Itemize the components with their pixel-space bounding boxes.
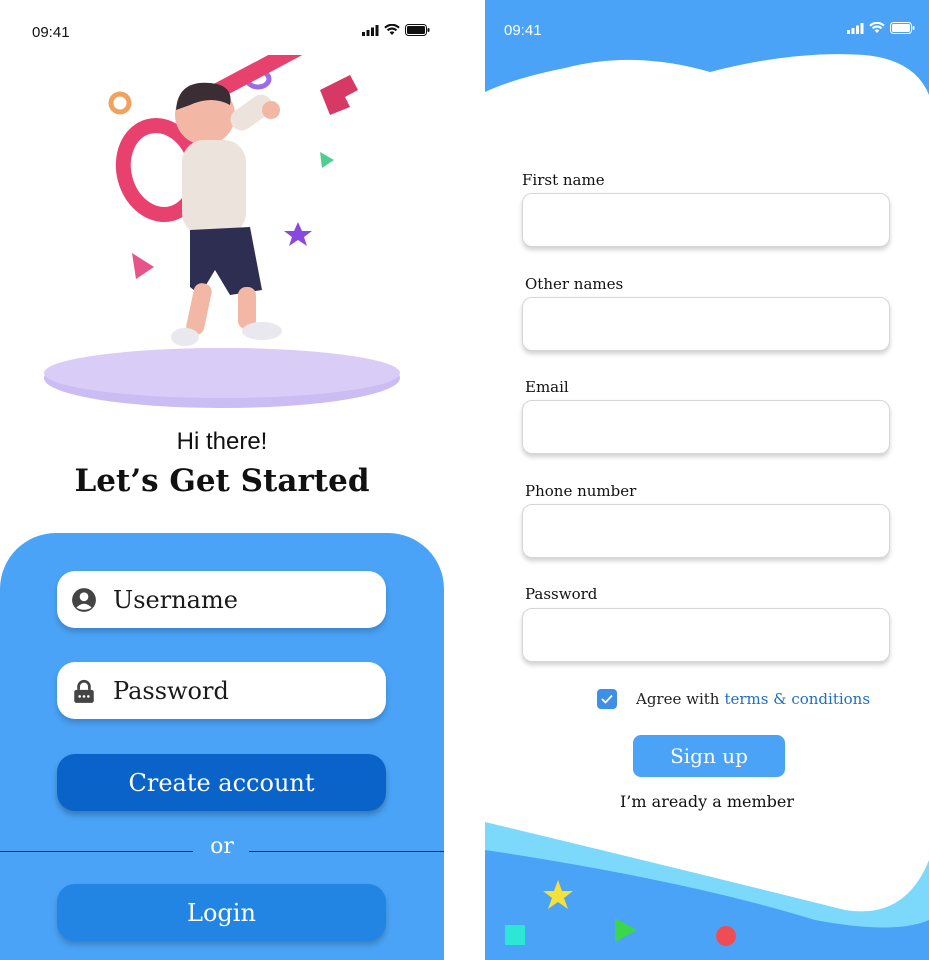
triangle-pink	[132, 253, 154, 279]
password-input[interactable]	[522, 608, 890, 662]
battery-icon	[890, 22, 915, 34]
email-label: Email	[525, 378, 569, 396]
agree-row: Agree with terms & conditions	[597, 689, 870, 709]
password-label: Password	[525, 585, 598, 603]
phone-label: Phone number	[525, 482, 637, 500]
battery-icon	[405, 24, 430, 36]
greeting-text: Hi there!	[176, 428, 268, 455]
username-placeholder: Username	[113, 585, 238, 614]
phone-input[interactable]	[522, 504, 890, 558]
other-names-label: Other names	[525, 275, 624, 293]
signal-icon	[362, 24, 379, 36]
donut-orange	[108, 91, 132, 115]
status-icons	[847, 22, 915, 34]
status-time: 09:41	[32, 24, 70, 41]
status-time: 09:41	[504, 22, 542, 39]
wifi-icon	[384, 24, 400, 35]
character-boy	[171, 82, 282, 346]
top-wave	[485, 0, 929, 95]
bottom-wave	[485, 822, 929, 960]
signup-screen: 09:41 First name Other names Email Phone…	[485, 0, 929, 960]
first-name-input[interactable]	[522, 193, 890, 247]
first-name-label: First name	[522, 171, 605, 189]
terms-link[interactable]: terms & conditions	[724, 690, 870, 708]
lock-icon	[74, 679, 94, 703]
password-placeholder: Password	[113, 676, 229, 705]
login-button[interactable]: Login	[57, 884, 386, 941]
status-icons	[362, 24, 430, 36]
page-title: Let’s Get Started	[74, 463, 370, 499]
hero-illustration	[44, 55, 400, 408]
divider-line-right	[249, 851, 444, 852]
agree-text: Agree with	[636, 690, 720, 708]
agree-checkbox[interactable]	[597, 689, 617, 709]
onboarding-screen: 09:41 Hi there! Let’s Get Started Userna…	[0, 0, 444, 960]
user-icon	[72, 587, 96, 612]
password-field[interactable]: Password	[57, 662, 386, 719]
divider-line-left	[0, 851, 193, 852]
signal-icon	[847, 22, 864, 34]
circle-red	[716, 926, 736, 946]
email-input[interactable]	[522, 400, 890, 454]
wifi-icon	[869, 22, 885, 33]
other-names-input[interactable]	[522, 297, 890, 351]
username-field[interactable]: Username	[57, 571, 386, 628]
square-cyan	[505, 925, 525, 945]
triangle-green	[320, 152, 334, 168]
create-account-button[interactable]: Create account	[57, 754, 386, 811]
star-purple	[284, 222, 312, 246]
signup-button[interactable]: Sign up	[633, 735, 785, 777]
check-icon	[601, 694, 613, 704]
divider-or: or	[210, 834, 234, 859]
